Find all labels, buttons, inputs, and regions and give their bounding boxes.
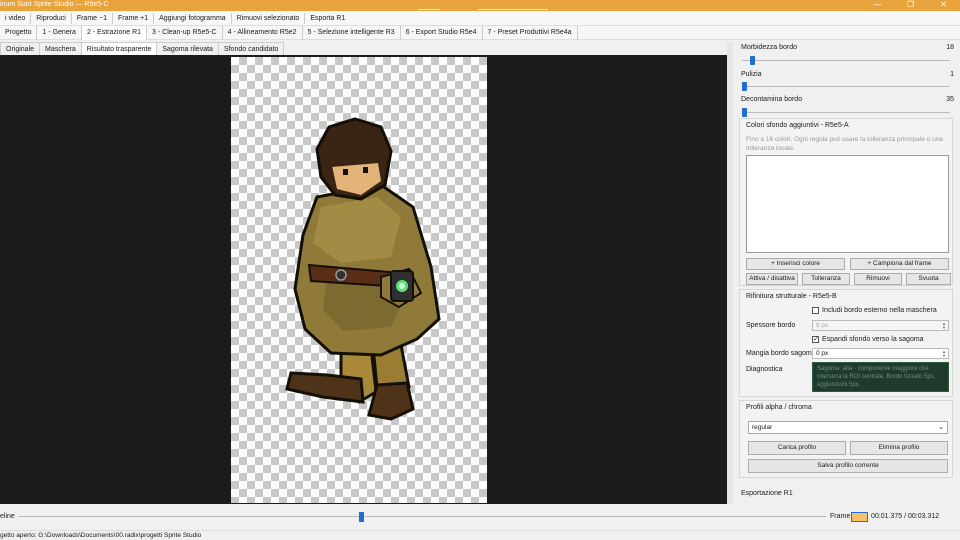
profile-select[interactable]: regular ⌄ — [748, 421, 948, 434]
softness-value: 18 — [946, 44, 954, 51]
extra-colors-group: Colori sfondo aggiuntivi - R5e5-A Fino a… — [739, 118, 953, 286]
decontaminate-slider[interactable] — [742, 108, 950, 117]
title-bar: inum Sunt Sprite Studio — R5e5-C — ❐ ✕ — [0, 0, 960, 11]
tab-generate[interactable]: 1 - Genera — [37, 25, 82, 40]
delete-profile-button[interactable]: Elimina profilo — [850, 441, 948, 455]
border-thickness-label: Spessore bordo — [746, 322, 796, 329]
extra-colors-hint: Fino a 16 colori. Ogni regola può usare … — [746, 136, 943, 152]
frame-label: Frame — [830, 513, 851, 520]
frame-spinbox[interactable] — [851, 512, 868, 522]
timeline: eline Frame 00:01.375 / 00:03.312 — [0, 508, 960, 526]
toolbar-frame-next[interactable]: Frame +1 — [113, 15, 153, 22]
window-controls: — ❐ ✕ — [861, 0, 960, 11]
sample-frame-button[interactable]: + Campiona dal frame — [850, 258, 949, 270]
toggle-color-button[interactable]: Attiva / disattiva — [746, 273, 798, 285]
remove-color-button[interactable]: Rimuovi — [854, 273, 902, 285]
cleanup-slider-thumb[interactable] — [742, 82, 747, 91]
expand-background-checkbox[interactable] — [812, 335, 819, 343]
timeline-label: eline — [0, 513, 15, 520]
insert-color-button[interactable]: + Inserisci colore — [746, 258, 845, 270]
title-bar-decoration — [418, 1, 586, 10]
status-text: getto aperto: G:\Downloads\Documents\00.… — [0, 532, 202, 539]
chevron-down-icon: ⌄ — [938, 424, 944, 431]
toolbar-export[interactable]: Esporta R1 — [305, 15, 350, 22]
tab-presets[interactable]: 7 - Preset Produttivi R5e4a — [483, 25, 578, 40]
diagnostics-box: Sagoma: alta · componente maggiore che i… — [812, 362, 949, 392]
timeline-track[interactable] — [18, 516, 826, 517]
transparency-checkerboard — [231, 57, 487, 503]
export-section-title: Esportazione R1 — [741, 490, 793, 497]
border-thickness-field[interactable]: 8 px ▲ ▼ — [812, 320, 949, 331]
refinement-title: Rifinitura strutturale - R5e5-B — [746, 293, 837, 300]
tab-mask[interactable]: Maschera — [39, 42, 82, 55]
stepper-icon[interactable]: ▲ ▼ — [941, 350, 947, 358]
preview-canvas[interactable] — [0, 55, 727, 504]
include-border-label: Includi bordo esterno nella maschera — [822, 307, 937, 314]
tab-export-studio[interactable]: 6 - Export Studio R5e4 — [401, 25, 483, 40]
tab-extraction[interactable]: 2 - Estrazione R1 — [81, 25, 148, 40]
maximize-icon[interactable]: ❐ — [894, 0, 927, 11]
erode-border-value: 0 px — [816, 350, 829, 357]
view-tabs: Originale Maschera Risultato trasparente… — [0, 42, 730, 55]
tab-transparent-result[interactable]: Risultato trasparente — [80, 42, 158, 55]
erode-border-field[interactable]: 0 px ▲ ▼ — [812, 348, 949, 359]
profile-select-value: regular — [752, 424, 773, 431]
cleanup-slider[interactable] — [742, 82, 950, 91]
include-border-checkbox[interactable] — [812, 307, 819, 314]
toolbar-add-frame[interactable]: Aggiungi fotogramma — [154, 15, 231, 22]
tab-original[interactable]: Originale — [0, 42, 41, 55]
toolbar-play[interactable]: Riproduci — [31, 15, 71, 22]
window-title: inum Sunt Sprite Studio — R5e5-C — [0, 1, 109, 8]
colors-list[interactable] — [746, 155, 949, 253]
tab-candidate-background[interactable]: Sfondo candidato — [217, 42, 285, 55]
title-tab-1 — [418, 1, 440, 10]
timeline-playhead[interactable] — [359, 512, 365, 522]
tolerance-button[interactable]: Tolleranza — [802, 273, 850, 285]
toolbar-video[interactable]: i video — [0, 15, 30, 22]
tab-alignment[interactable]: 4 - Allineamento R5e2 — [223, 25, 303, 40]
border-thickness-value: 8 px — [816, 322, 829, 329]
save-profile-button[interactable]: Salva profilo corrente — [748, 459, 948, 473]
sprite-image — [285, 117, 441, 421]
settings-panel: Morbidezza bordo 18 Pulizia 1 Decontamin… — [733, 42, 960, 504]
cleanup-value: 1 — [950, 71, 954, 78]
softness-label: Morbidezza bordo — [741, 44, 798, 51]
toolbar-remove-selected[interactable]: Rimuovi selezionato — [232, 15, 305, 22]
minimize-icon[interactable]: — — [861, 0, 894, 11]
profiles-group: Profili alpha / chroma regular ⌄ Carica … — [739, 400, 953, 478]
clear-colors-button[interactable]: Svuota — [906, 273, 951, 285]
status-bar: getto aperto: G:\Downloads\Documents\00.… — [0, 530, 960, 540]
load-profile-button[interactable]: Carica profilo — [748, 441, 846, 455]
expand-background-label: Espandi sfondo verso la sagoma — [822, 336, 924, 343]
softness-slider-thumb[interactable] — [750, 56, 756, 65]
close-icon[interactable]: ✕ — [927, 0, 960, 11]
toolbar-frame-prev[interactable]: Frame −1 — [72, 15, 112, 22]
softness-slider[interactable] — [742, 56, 950, 65]
cleanup-label: Pulizia — [741, 71, 762, 78]
decontaminate-value: 35 — [946, 96, 954, 103]
tab-cleanup[interactable]: 3 - Clean-up R5e5-C — [147, 25, 223, 40]
decontaminate-slider-thumb[interactable] — [742, 108, 747, 117]
extra-colors-title: Colori sfondo aggiuntivi - R5e5-A — [746, 122, 849, 129]
stage-tabs: Progetto 1 - Genera 2 - Estrazione R1 3 … — [0, 25, 960, 40]
tab-project[interactable]: Progetto — [0, 25, 38, 40]
tab-detected-silhouette[interactable]: Sagoma rilevata — [156, 42, 219, 55]
title-tab-2 — [478, 1, 548, 10]
erode-border-label: Mangia bordo sagoma — [746, 350, 816, 357]
diagnostics-label: Diagnostica — [746, 366, 783, 373]
decontaminate-label: Decontamina bordo — [741, 96, 803, 103]
tab-smart-selection[interactable]: 5 - Selezione intelligente R3 — [303, 25, 401, 40]
toolbar: i video Riproduci Frame −1 Frame +1 Aggi… — [0, 11, 960, 26]
structural-refinement-group: Rifinitura strutturale - R5e5-B Includi … — [739, 289, 953, 397]
time-readout: 00:01.375 / 00:03.312 — [871, 513, 940, 520]
profiles-title: Profili alpha / chroma — [746, 404, 812, 411]
stepper-icon[interactable]: ▲ ▼ — [941, 322, 947, 330]
